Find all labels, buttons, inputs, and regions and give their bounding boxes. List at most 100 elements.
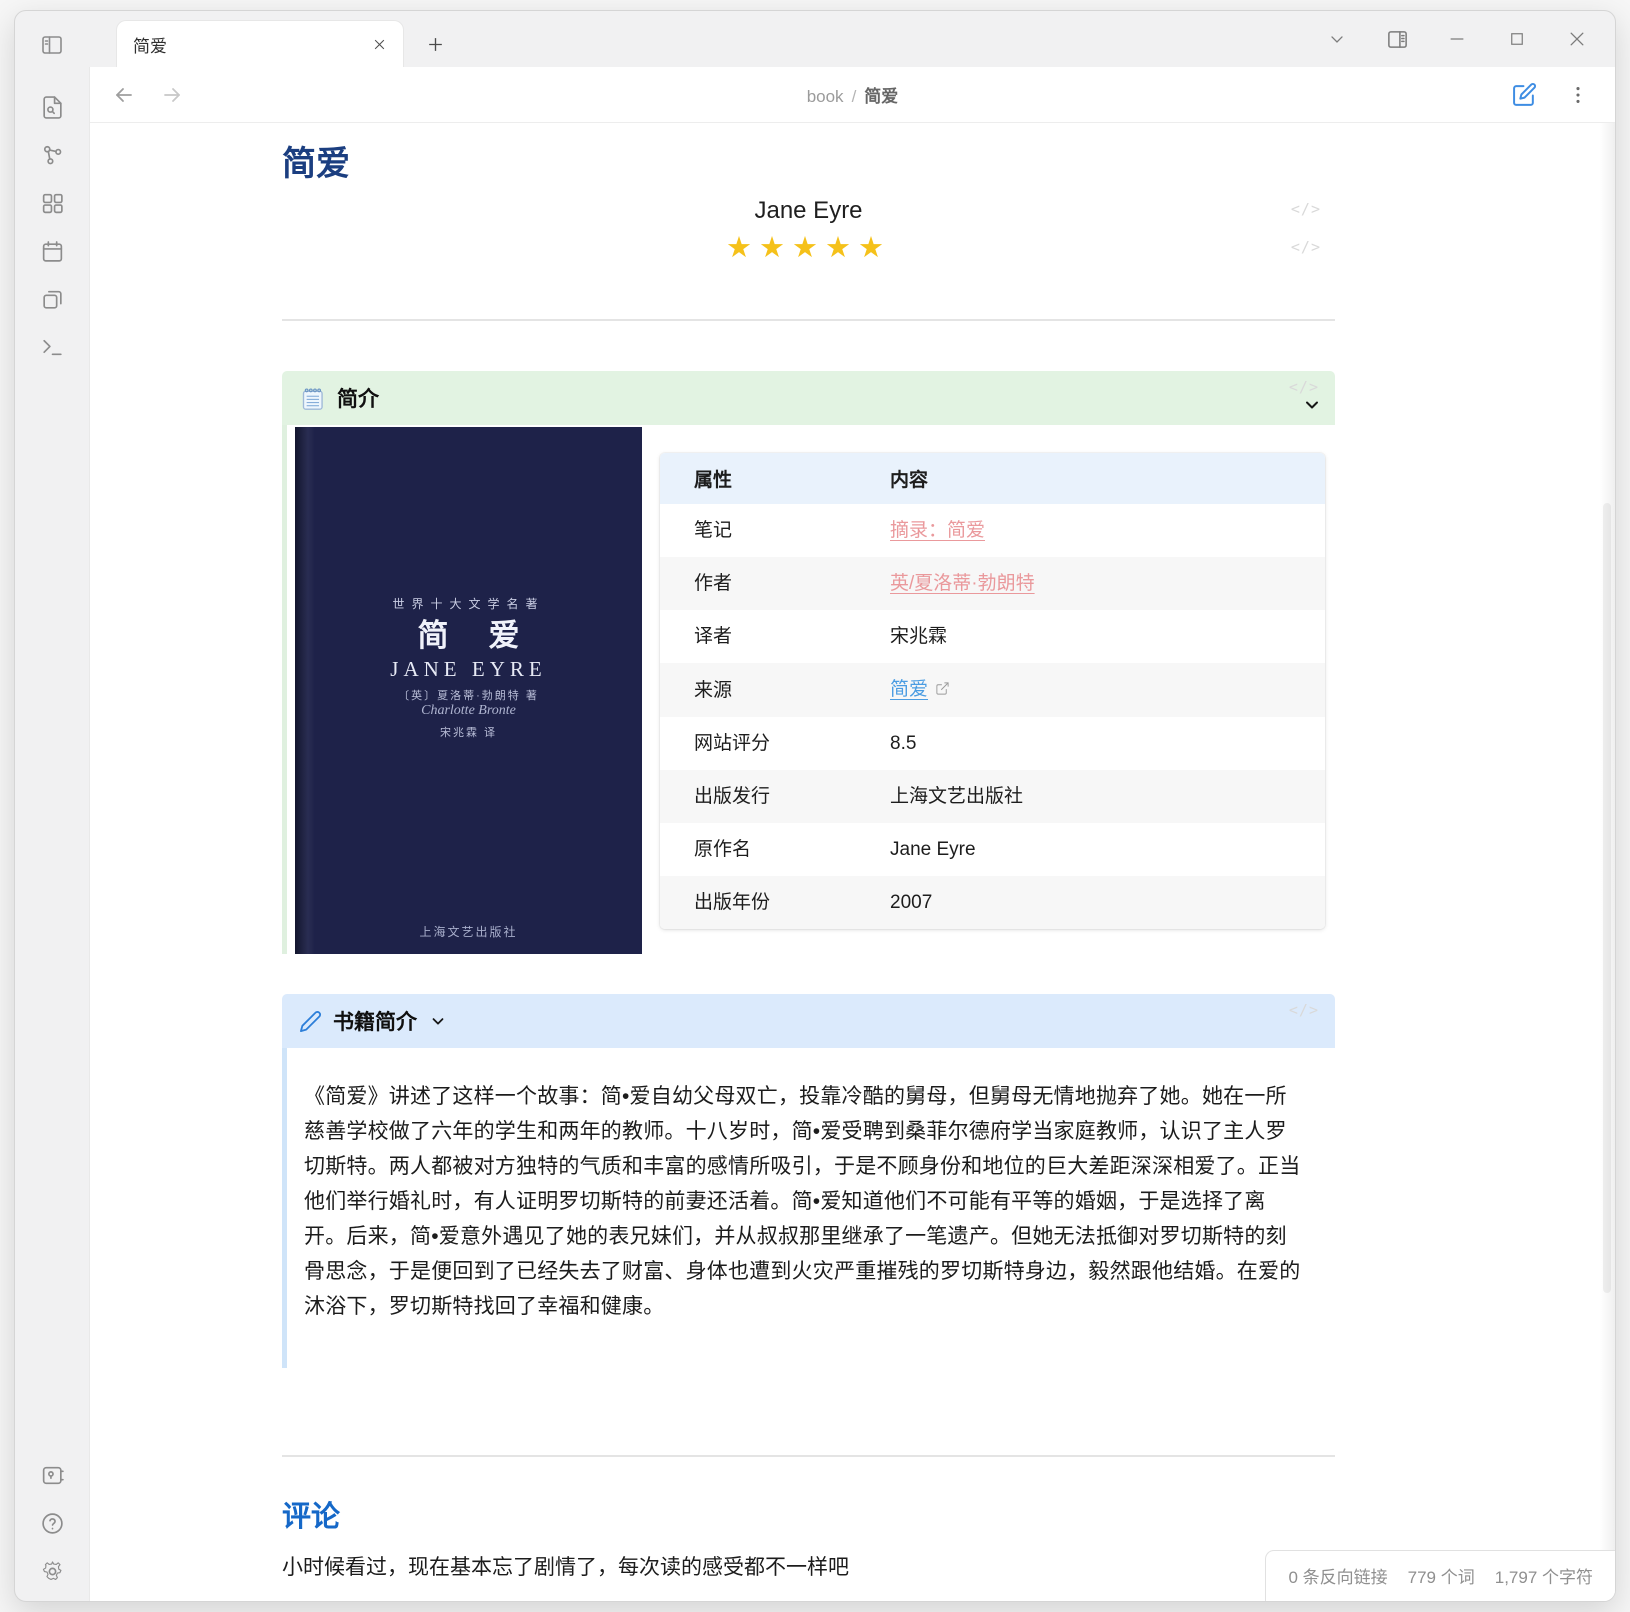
cover-publisher: 上海文艺出版社 xyxy=(295,923,642,940)
code-edit-icon[interactable]: </> xyxy=(1291,238,1321,256)
intro-media-row: 世界十大文学名著 简爱 JANE EYRE 〔英〕夏洛蒂·勃朗特 著 Charl… xyxy=(290,427,1335,954)
close-icon xyxy=(1567,29,1587,49)
pencil-icon xyxy=(299,1010,322,1033)
tab-close-button[interactable] xyxy=(369,34,389,54)
status-backlinks[interactable]: 0 条反向链接 xyxy=(1288,1563,1387,1588)
comments-heading: 评论 xyxy=(282,1493,1335,1535)
toggle-left-sidebar-button[interactable] xyxy=(38,31,66,59)
notepad-icon xyxy=(299,385,326,412)
hero-block: Jane Eyre ★★★★★ </> </> xyxy=(282,196,1335,265)
status-bar: 0 条反向链接 779 个词 1,797 个字符 xyxy=(1265,1550,1615,1601)
cover-translator-line: 宋兆霖 译 xyxy=(295,724,642,740)
divider xyxy=(282,1455,1335,1457)
new-tab-button[interactable] xyxy=(422,31,448,57)
intro-callout-body: 世界十大文学名著 简爱 JANE EYRE 〔英〕夏洛蒂·勃朗特 著 Charl… xyxy=(282,425,1335,954)
terminal-icon xyxy=(40,335,65,360)
summary-callout: 书籍简介 </> 《简爱》讲述了这样一个故事：简•爱自幼父母双亡，投靠冷酷的舅母… xyxy=(282,994,1335,1368)
calendar-icon xyxy=(40,239,65,264)
maximize-icon xyxy=(1508,30,1526,48)
ribbon-calendar-button[interactable] xyxy=(38,237,66,265)
external-link[interactable]: 简爱 xyxy=(890,679,928,700)
attribute-value-cell: 英/夏洛蒂·勃朗特 xyxy=(856,557,1325,610)
graph-icon xyxy=(40,143,65,168)
ribbon-graph-button[interactable] xyxy=(38,141,66,169)
note-content-scroll[interactable]: 简爱 Jane Eyre ★★★★★ </> </> xyxy=(90,123,1615,1601)
attribute-name-cell: 笔记 xyxy=(660,504,856,557)
note-column: 简爱 Jane Eyre ★★★★★ </> </> xyxy=(282,144,1335,1584)
attribute-value-text: Jane Eyre xyxy=(890,839,976,860)
book-attributes-table: 属性 内容 笔记 摘录：简爱作者 英/夏洛蒂·勃朗特译者宋兆霖来源 简爱网站评分8.5… xyxy=(660,453,1325,929)
window-controls xyxy=(1325,27,1589,51)
plus-icon xyxy=(426,35,445,54)
ribbon-search-note-button[interactable] xyxy=(38,93,66,121)
book-summary-text: 《简爱》讲述了这样一个故事：简•爱自幼父母双亡，投靠冷酷的舅母，但舅母无情地抛弃… xyxy=(304,1079,1307,1324)
table-row: 作者 英/夏洛蒂·勃朗特 xyxy=(660,557,1325,610)
ribbon-terminal-button[interactable] xyxy=(38,333,66,361)
tab-bar: 简爱 xyxy=(89,11,1615,67)
column-header-attribute: 属性 xyxy=(660,453,856,504)
tab-jian-ai[interactable]: 简爱 xyxy=(116,20,404,67)
attribute-name-cell: 出版发行 xyxy=(660,770,856,823)
settings-button[interactable] xyxy=(38,1557,66,1585)
main-area: 简爱 xyxy=(89,11,1615,1601)
toggle-right-sidebar-button[interactable] xyxy=(1385,27,1409,51)
table-row: 出版发行 上海文艺出版社 xyxy=(660,770,1325,823)
attribute-value-cell: Jane Eyre xyxy=(856,823,1325,876)
panel-right-icon xyxy=(1386,28,1409,51)
status-char-count[interactable]: 1,797 个字符 xyxy=(1495,1563,1593,1588)
maximize-button[interactable] xyxy=(1505,27,1529,51)
intro-callout-header[interactable]: 简介 </> xyxy=(282,371,1335,425)
attribute-name-cell: 作者 xyxy=(660,557,856,610)
attribute-value-text: 上海文艺出版社 xyxy=(890,786,1023,807)
internal-link[interactable]: 英/夏洛蒂·勃朗特 xyxy=(890,573,1035,594)
cover-author-en: Charlotte Bronte xyxy=(295,703,642,719)
attribute-name-cell: 来源 xyxy=(660,663,856,717)
code-edit-icon[interactable]: </> xyxy=(1291,200,1321,218)
ribbon-templates-button[interactable] xyxy=(38,285,66,313)
attribute-value-cell: 2007 xyxy=(856,876,1325,929)
view-header: book/简爱 xyxy=(90,67,1615,123)
minimize-button[interactable] xyxy=(1445,27,1469,51)
vault-icon xyxy=(40,1463,65,1488)
copy-icon xyxy=(40,287,65,312)
ribbon-cards-view-button[interactable] xyxy=(38,189,66,217)
layout-grid-icon xyxy=(40,191,65,216)
code-edit-icon[interactable]: </> xyxy=(1289,1001,1319,1019)
table-row: 译者宋兆霖 xyxy=(660,610,1325,663)
intro-table-body: 笔记 摘录：简爱作者 英/夏洛蒂·勃朗特译者宋兆霖来源 简爱网站评分8.5出版发行 上海… xyxy=(660,504,1325,929)
table-row: 原作名 Jane Eyre xyxy=(660,823,1325,876)
help-button[interactable] xyxy=(38,1509,66,1537)
breadcrumb-current[interactable]: 简爱 xyxy=(864,87,898,106)
status-word-count[interactable]: 779 个词 xyxy=(1408,1563,1475,1588)
attribute-value-cell: 简爱 xyxy=(856,663,1325,717)
view-pane: book/简爱 xyxy=(89,67,1615,1601)
summary-callout-header[interactable]: 书籍简介 </> xyxy=(282,994,1335,1048)
left-ribbon xyxy=(15,11,89,1601)
panel-left-icon xyxy=(40,33,64,57)
tab-list-dropdown-button[interactable] xyxy=(1325,27,1349,51)
vertical-scrollbar[interactable] xyxy=(1603,503,1611,1293)
chevron-down-icon xyxy=(1327,29,1347,49)
collapse-chevron-icon[interactable] xyxy=(429,1012,447,1030)
cover-title-en: JANE EYRE xyxy=(295,657,642,682)
code-edit-icon[interactable]: </> xyxy=(1289,378,1319,396)
attribute-value-text: 2007 xyxy=(890,892,932,913)
vault-switcher-button[interactable] xyxy=(38,1461,66,1489)
external-link-icon xyxy=(935,678,950,703)
close-icon xyxy=(372,37,387,52)
attribute-value-cell: 宋兆霖 xyxy=(856,610,1325,663)
column-header-content: 内容 xyxy=(856,453,1325,504)
collapse-chevron-icon[interactable] xyxy=(1302,395,1322,420)
minimize-icon xyxy=(1447,29,1467,49)
attribute-name-cell: 网站评分 xyxy=(660,717,856,770)
table-header-row: 属性 内容 xyxy=(660,453,1325,504)
attribute-name-cell: 原作名 xyxy=(660,823,856,876)
attribute-value-cell: 上海文艺出版社 xyxy=(856,770,1325,823)
table-row: 出版年份2007 xyxy=(660,876,1325,929)
rating-stars: ★★★★★ xyxy=(282,231,1335,265)
close-window-button[interactable] xyxy=(1565,27,1589,51)
table-row: 网站评分8.5 xyxy=(660,717,1325,770)
gear-icon xyxy=(40,1559,65,1584)
internal-link[interactable]: 摘录：简爱 xyxy=(890,520,985,541)
breadcrumb-parent[interactable]: book xyxy=(807,87,844,106)
